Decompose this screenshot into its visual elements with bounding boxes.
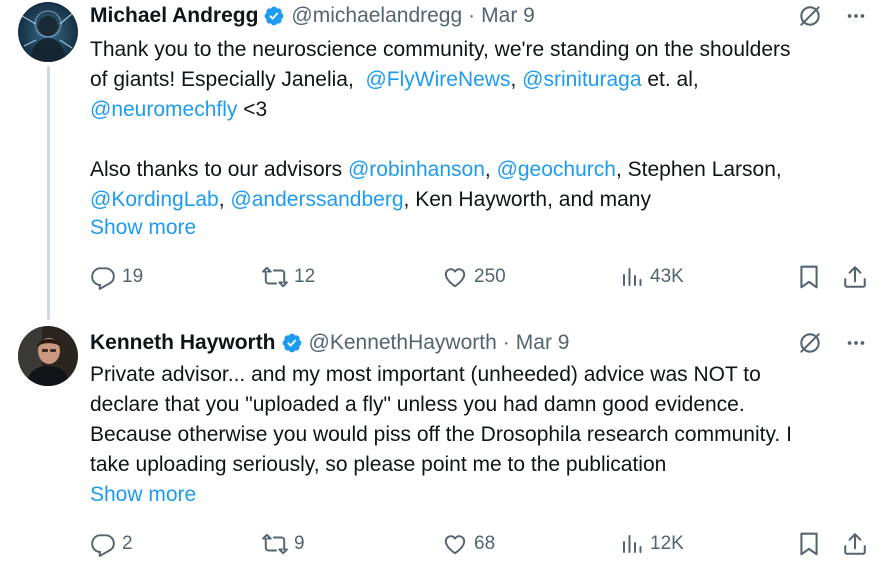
avatar[interactable]	[18, 326, 78, 386]
reply-count: 2	[122, 533, 133, 554]
views-button[interactable]: 43K	[620, 262, 684, 292]
view-count: 12K	[650, 533, 684, 554]
tweet-header: Kenneth Hayworth @KennethHayworth · Mar …	[90, 330, 569, 356]
tweet-date[interactable]: Mar 9	[481, 4, 535, 28]
mention-link[interactable]: @robinhanson	[348, 158, 485, 181]
repost-icon	[262, 531, 288, 557]
views-button[interactable]: 12K	[620, 529, 684, 559]
show-more-link[interactable]: Show more	[90, 480, 196, 510]
bookmark-button[interactable]	[796, 529, 822, 559]
like-icon	[442, 531, 468, 557]
tweet-text-segment: Private advisor... and my most important…	[90, 363, 792, 476]
show-more-link[interactable]: Show more	[90, 213, 196, 243]
tweet-text-segment: , Ken Hayworth, and many	[403, 188, 651, 211]
grok-icon[interactable]	[797, 330, 823, 356]
more-icon[interactable]	[845, 5, 867, 27]
bookmark-icon	[796, 531, 822, 557]
mention-link[interactable]: @KordingLab	[90, 188, 219, 211]
views-icon	[620, 531, 644, 557]
tweet-text-segment: , Stephen Larson,	[615, 158, 782, 181]
repost-count: 9	[294, 533, 305, 554]
author-name[interactable]: Michael Andregg	[90, 4, 258, 28]
author-handle[interactable]: @michaelandregg	[291, 4, 462, 28]
share-button[interactable]	[842, 529, 868, 559]
tweet-text-segment: et. al,	[647, 68, 699, 91]
tweet-actions: 2 9 68 12K	[90, 529, 870, 559]
like-count: 250	[474, 266, 506, 287]
view-count: 43K	[650, 266, 684, 287]
like-icon	[442, 264, 468, 290]
separator-dot: ·	[502, 331, 510, 354]
reply-icon	[90, 264, 116, 290]
grok-icon[interactable]	[797, 3, 823, 29]
verified-badge-icon	[263, 5, 285, 27]
bookmark-button[interactable]	[796, 262, 822, 292]
share-button[interactable]	[842, 262, 868, 292]
tweet-header: Michael Andregg @michaelandregg · Mar 9	[90, 3, 535, 29]
separator-dot: ·	[468, 4, 476, 27]
reply-button[interactable]: 19	[90, 262, 143, 292]
bookmark-icon	[796, 264, 822, 290]
like-button[interactable]: 250	[442, 262, 506, 292]
reply-button[interactable]: 2	[90, 529, 133, 559]
repost-button[interactable]: 9	[262, 529, 305, 559]
mention-link[interactable]: @anderssandberg	[230, 188, 403, 211]
tweet-text-segment: ,	[510, 68, 523, 91]
tweet-top-icons	[797, 3, 867, 29]
tweet-top-icons	[797, 330, 867, 356]
more-icon[interactable]	[845, 332, 867, 354]
repost-icon	[262, 264, 288, 290]
like-count: 68	[474, 533, 496, 554]
reply-icon	[90, 531, 116, 557]
tweet-date[interactable]: Mar 9	[516, 331, 570, 355]
share-icon	[842, 264, 868, 290]
like-button[interactable]: 68	[442, 529, 495, 559]
author-name[interactable]: Kenneth Hayworth	[90, 331, 276, 355]
tweet-text-segment: ,	[484, 158, 497, 181]
reply-count: 19	[122, 266, 144, 287]
views-icon	[620, 264, 644, 290]
share-icon	[842, 531, 868, 557]
verified-badge-icon	[281, 332, 303, 354]
author-handle[interactable]: @KennethHayworth	[309, 331, 497, 355]
repost-count: 12	[294, 266, 316, 287]
mention-link[interactable]: @FlyWireNews	[365, 68, 510, 91]
mention-link[interactable]: @srinituraga	[522, 68, 641, 91]
avatar[interactable]	[18, 2, 78, 62]
tweet-text: Private advisor... and my most important…	[90, 360, 870, 480]
repost-button[interactable]: 12	[262, 262, 315, 292]
mention-link[interactable]: @neuromechfly	[90, 98, 237, 121]
tweet-text-segment: ,	[218, 188, 231, 211]
tweet-kenneth-hayworth[interactable]: Kenneth Hayworth @KennethHayworth · Mar …	[0, 322, 881, 572]
tweet-text: Thank you to the neuroscience community,…	[90, 35, 870, 215]
tweet-michael-andregg[interactable]: Michael Andregg @michaelandregg · Mar 9 …	[0, 0, 881, 312]
tweet-actions: 19 12 250 43K	[90, 262, 870, 292]
mention-link[interactable]: @geochurch	[497, 158, 616, 181]
